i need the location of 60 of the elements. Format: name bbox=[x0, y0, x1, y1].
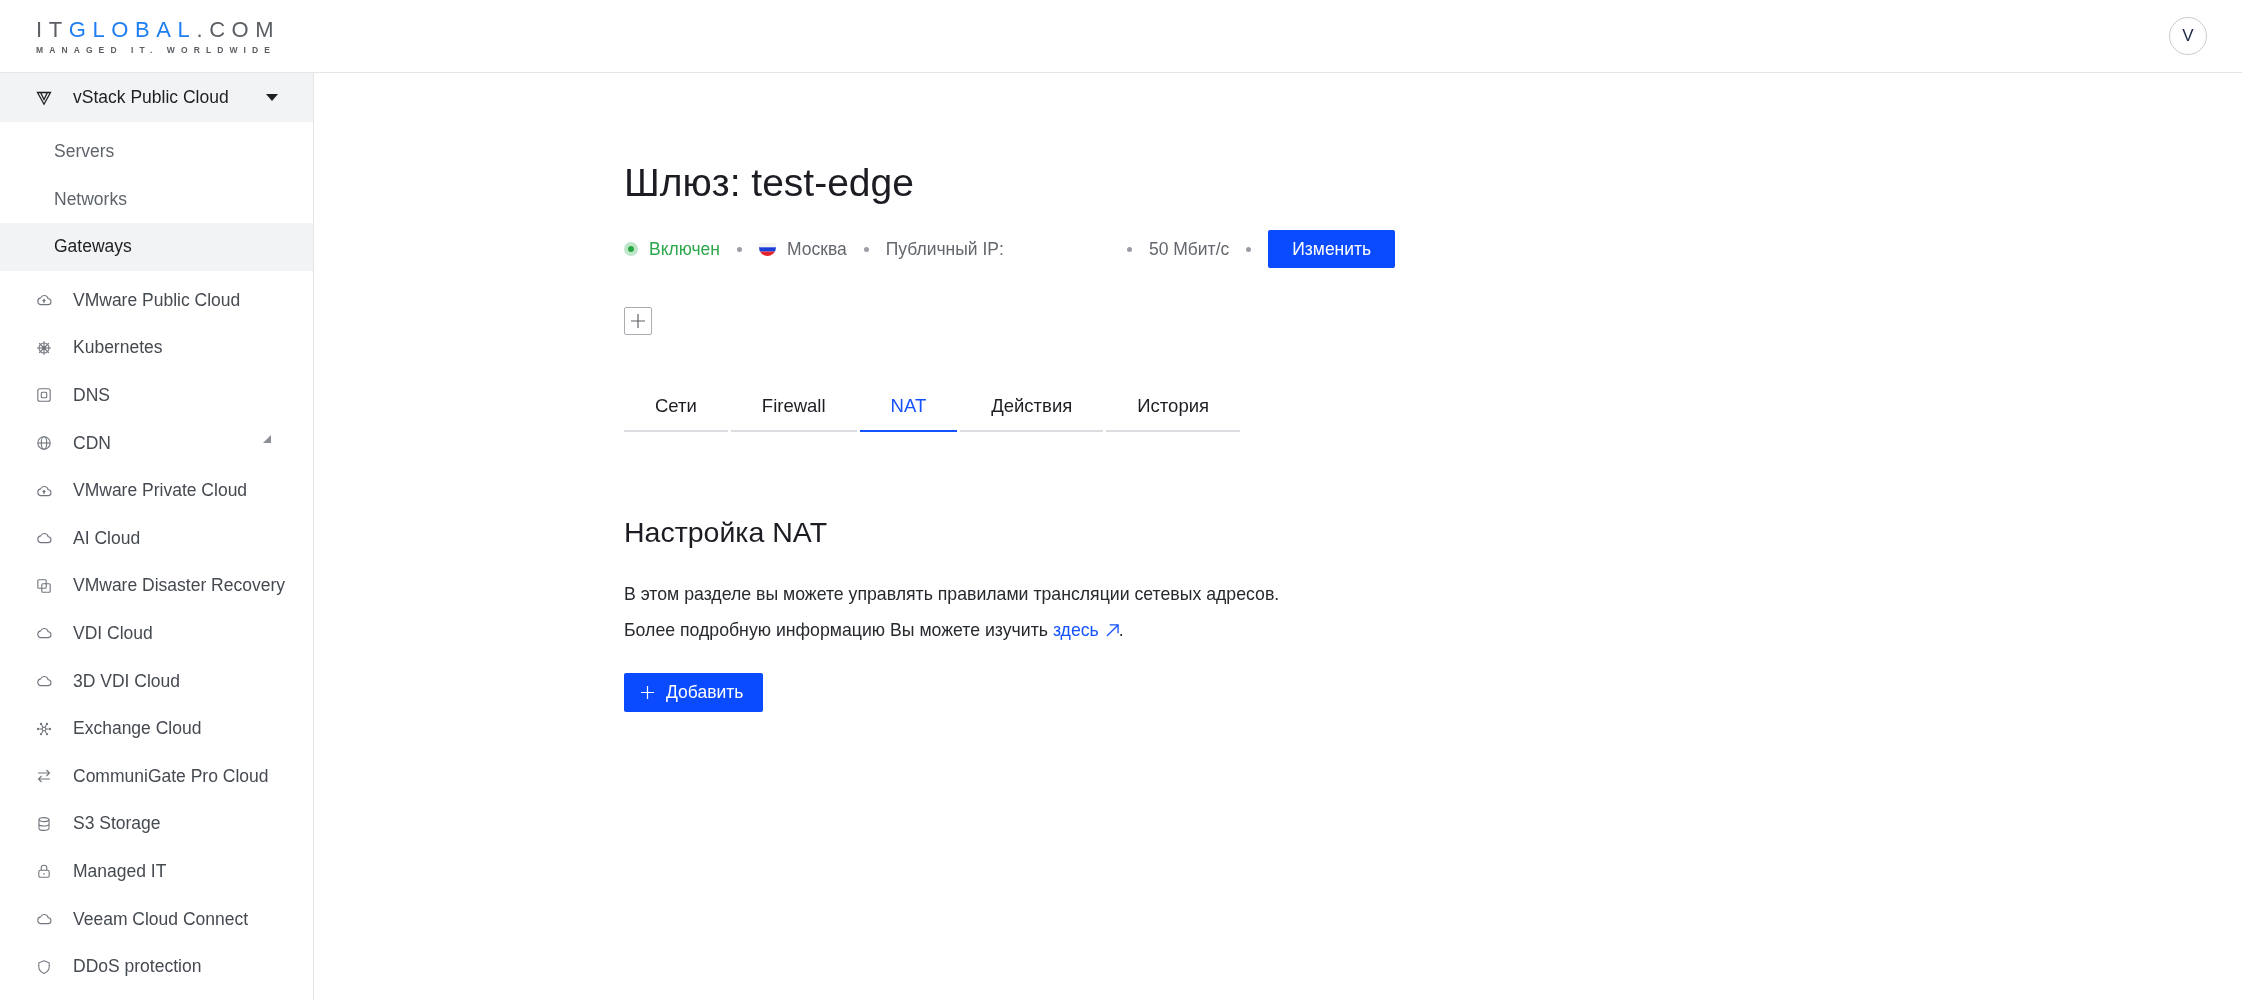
bullet-icon bbox=[863, 246, 869, 252]
sidebar-subitem[interactable]: Servers bbox=[0, 128, 313, 176]
square-icon bbox=[36, 387, 52, 404]
status-text: Включен bbox=[649, 238, 720, 260]
sidebar-item[interactable]: S3 Storage bbox=[0, 800, 313, 848]
avatar-button[interactable]: V bbox=[2169, 17, 2207, 55]
caret-icon bbox=[263, 435, 271, 444]
arrows-icon bbox=[36, 768, 52, 785]
sidebar-item[interactable]: VMware Disaster Recovery bbox=[0, 562, 313, 610]
flag-icon bbox=[759, 242, 776, 256]
network-icon bbox=[36, 720, 52, 737]
add-button[interactable]: Добавить bbox=[624, 673, 764, 712]
plus-button[interactable] bbox=[624, 307, 652, 335]
sidebar-item[interactable]: VMware Public Cloud bbox=[0, 276, 313, 325]
sidebar-item[interactable]: Veeam Cloud Connect bbox=[0, 895, 313, 943]
section-title: Настройка NAT bbox=[624, 515, 828, 549]
sidebar-subitem[interactable]: Gateways bbox=[0, 223, 313, 271]
tab[interactable]: NAT bbox=[859, 381, 958, 432]
v-triangle-icon bbox=[36, 89, 52, 106]
sidebar-item[interactable]: DNS bbox=[0, 371, 313, 420]
more-info-text: Более подробную информацию Вы можете изучить здесь . bbox=[624, 618, 1124, 642]
bullet-icon bbox=[737, 246, 742, 252]
sidebar-item[interactable]: 3D VDI Cloud bbox=[0, 657, 313, 705]
logo-wordmark: IT GLOBAL.COM bbox=[36, 19, 281, 40]
bandwidth-text: 50 Мбит/с bbox=[1148, 238, 1230, 260]
sidebar-item[interactable]: Kubernetes bbox=[0, 324, 313, 372]
copy-icon bbox=[36, 577, 52, 594]
public-ip-label: Публичный IP: bbox=[885, 238, 1004, 260]
sidebar-item[interactable]: DDoS protection bbox=[0, 942, 313, 991]
globe-icon bbox=[36, 435, 52, 452]
sidebar-item[interactable]: VMware Private Cloud bbox=[0, 466, 313, 515]
sidebar-item[interactable]: VDI Cloud bbox=[0, 609, 313, 658]
logo-tagline: MANAGED IT. WORLDWIDE bbox=[36, 44, 276, 55]
tab[interactable]: Сети bbox=[624, 381, 728, 432]
sidebar-item[interactable]: CommuniGate Pro Cloud bbox=[0, 752, 313, 801]
bullet-icon bbox=[1126, 246, 1132, 252]
tab[interactable]: История bbox=[1106, 381, 1241, 432]
tab[interactable]: Действия bbox=[960, 381, 1104, 432]
sidebar-item[interactable]: Exchange Cloud bbox=[0, 704, 313, 753]
shield-icon bbox=[36, 958, 52, 975]
here-link[interactable]: здесь bbox=[1052, 618, 1119, 642]
helm-wheel-icon bbox=[36, 339, 52, 356]
location-text: Москва bbox=[787, 238, 847, 260]
arrow-up-right-icon bbox=[1105, 623, 1119, 637]
page-title: Шлюз: test-edge bbox=[624, 160, 914, 206]
sidebar-item[interactable]: AI Cloud bbox=[0, 514, 313, 563]
tab[interactable]: Firewall bbox=[730, 381, 857, 432]
lock-icon bbox=[36, 863, 52, 880]
sidebar-item[interactable]: Managed IT bbox=[0, 847, 313, 896]
cloud-icon bbox=[36, 911, 52, 927]
database-icon bbox=[36, 815, 52, 832]
caret-icon bbox=[266, 94, 278, 101]
plus-icon bbox=[631, 314, 645, 328]
plus-icon bbox=[641, 686, 654, 699]
edit-button[interactable]: Изменить bbox=[1268, 230, 1396, 268]
bullet-icon bbox=[1246, 246, 1252, 252]
sidebar-item[interactable]: CDN bbox=[0, 419, 313, 467]
sidebar-item[interactable]: vStack Public Cloud bbox=[0, 73, 313, 122]
sidebar-subitem[interactable]: Networks bbox=[0, 175, 313, 223]
description-text: В этом разделе вы можете управлять правилами трансляции сетевых адресов. bbox=[624, 583, 1280, 606]
